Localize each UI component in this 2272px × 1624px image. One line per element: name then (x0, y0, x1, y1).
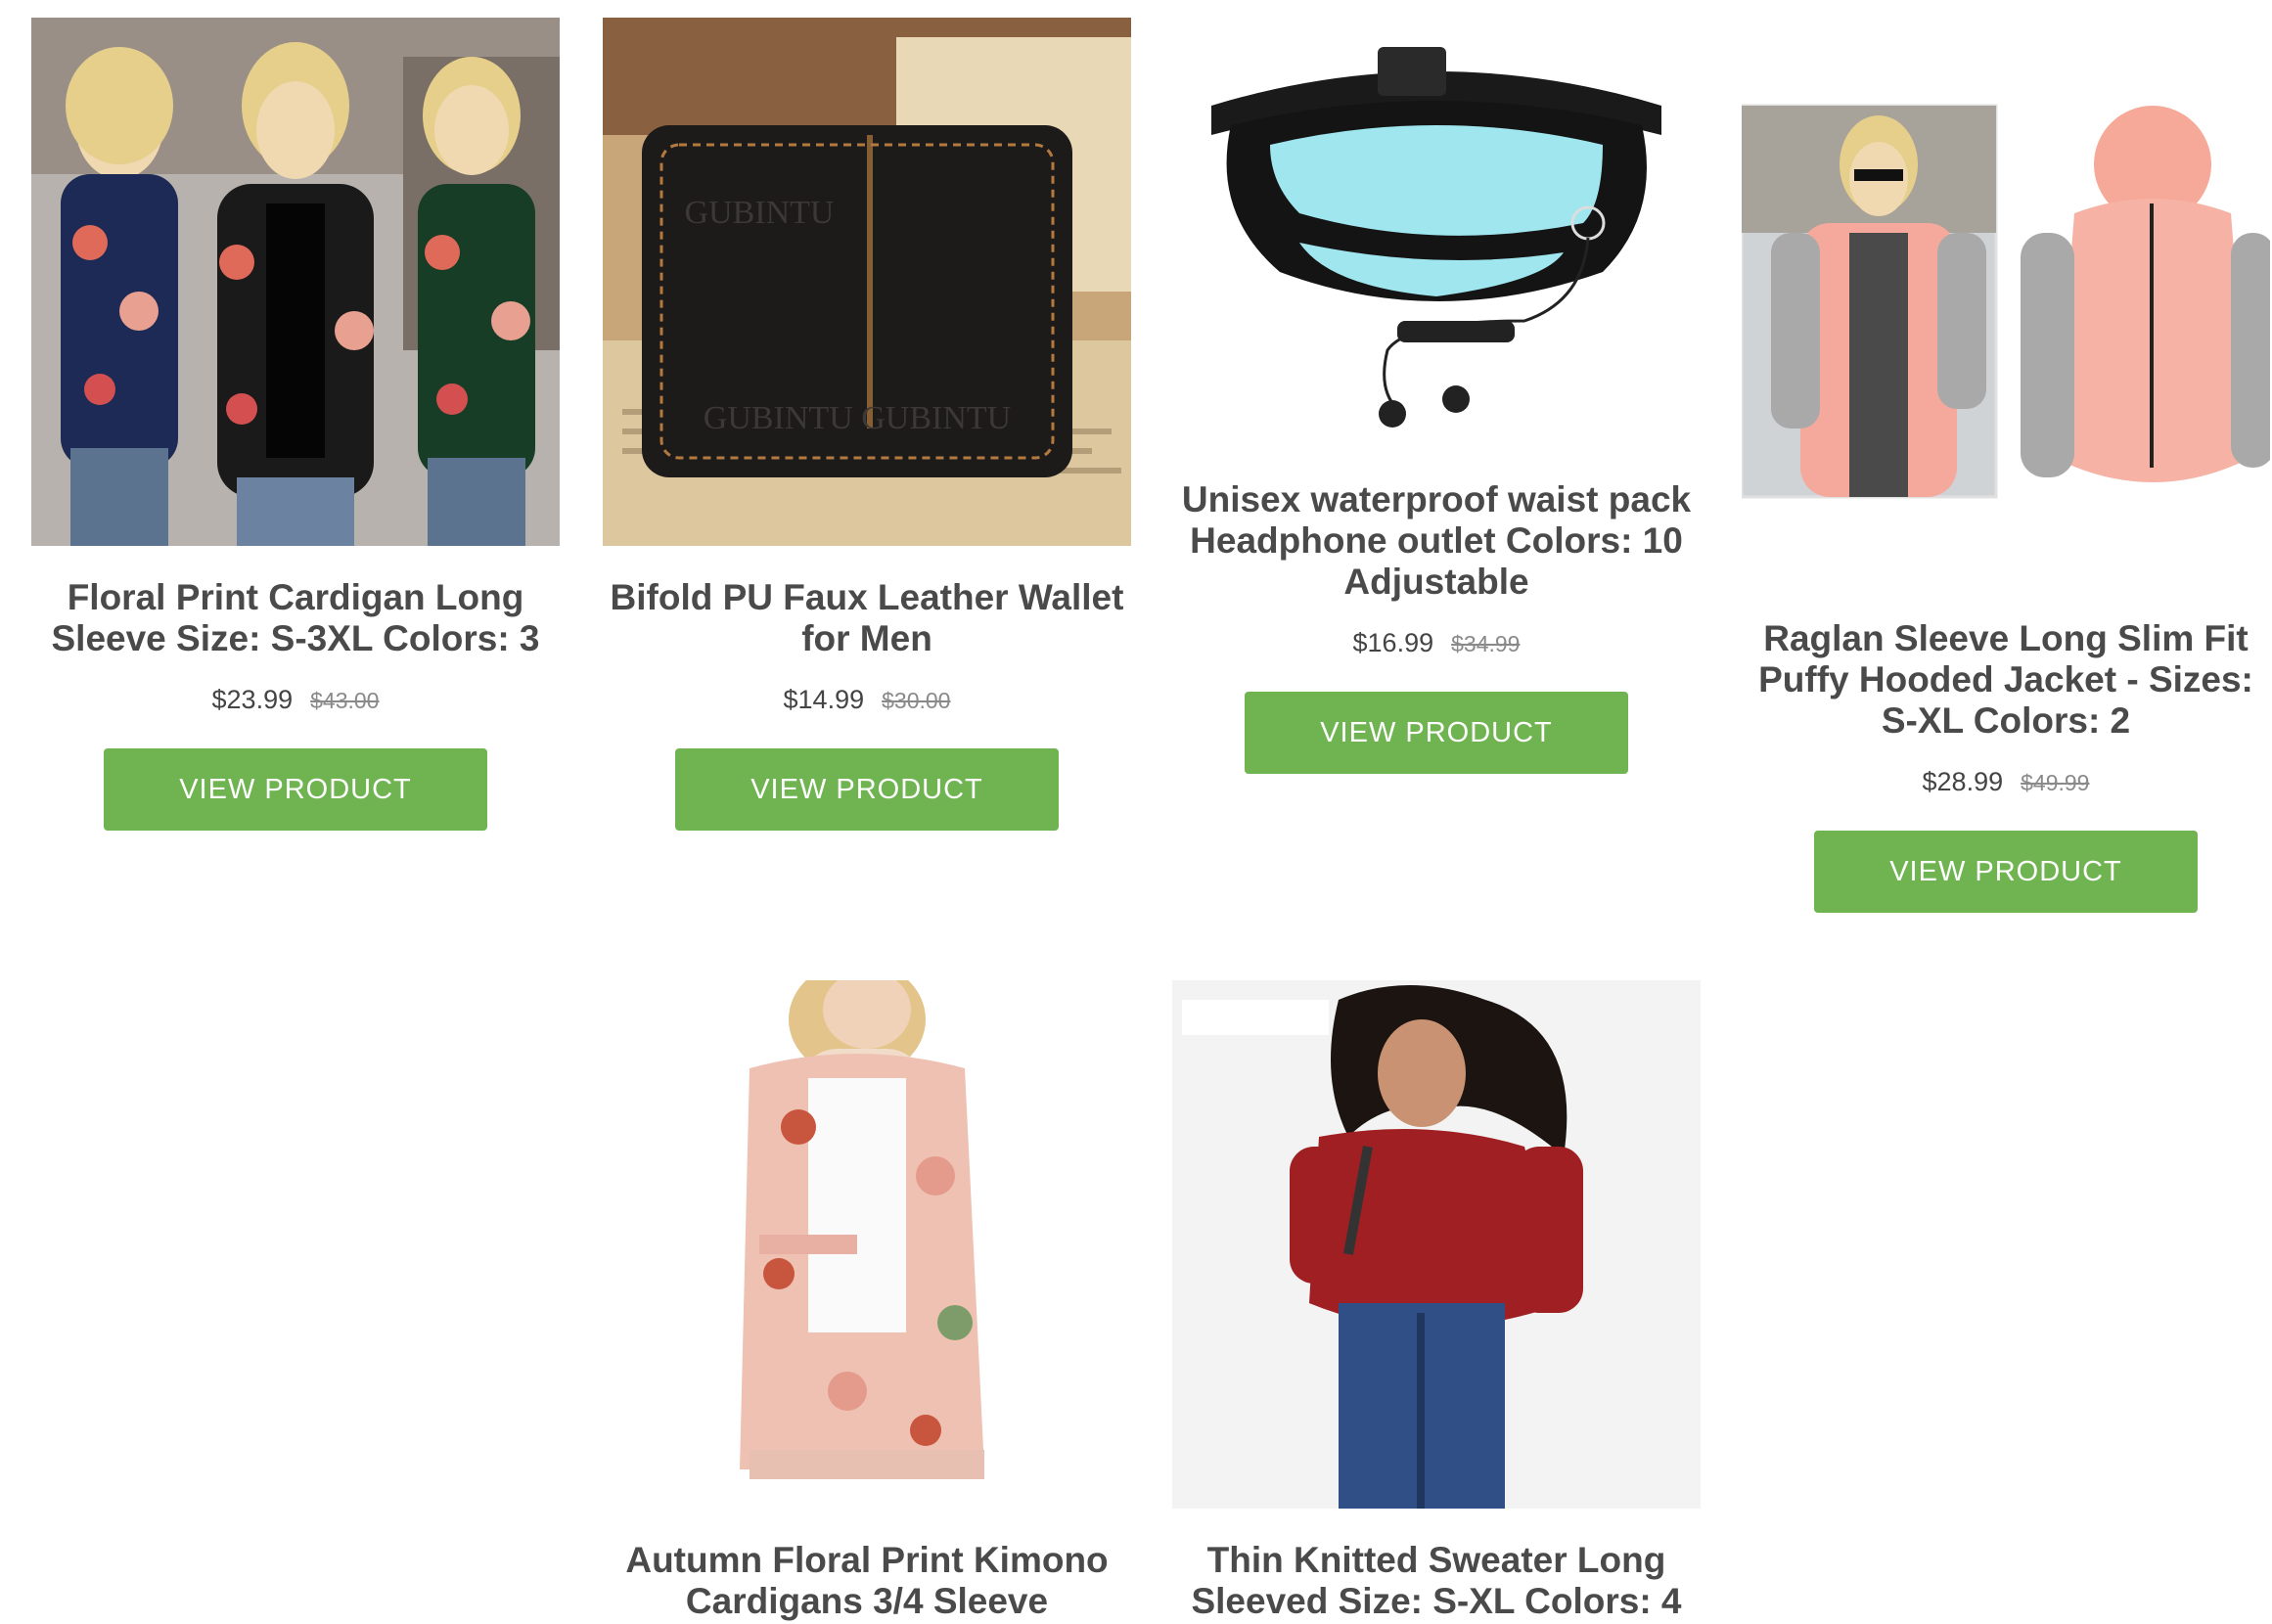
product-image-kimono-cardigan[interactable] (603, 980, 1131, 1509)
product-card-4[interactable]: Raglan Sleeve Long Slim Fit Puffy Hooded… (1742, 18, 2270, 913)
original-price: $34.99 (1451, 631, 1521, 656)
view-product-button[interactable]: VIEW PRODUCT (104, 748, 487, 831)
original-price: $49.99 (2021, 770, 2090, 795)
product-image-floral-cardigan[interactable] (31, 18, 560, 546)
price-group: $16.99 $34.99 (1353, 628, 1521, 658)
product-image-waist-pack[interactable] (1172, 18, 1701, 448)
original-price: $43.00 (310, 688, 380, 713)
product-image-leather-wallet[interactable]: GUBINTU GUBINTU GUBINTU (603, 18, 1131, 546)
wallet-brand-text: GUBINTU (685, 195, 835, 231)
price-group: $14.99 $30.00 (784, 685, 951, 715)
view-product-button[interactable]: VIEW PRODUCT (1814, 831, 2198, 913)
product-image-puffy-jacket[interactable] (1742, 18, 2270, 587)
view-product-button[interactable]: VIEW PRODUCT (1245, 692, 1628, 774)
product-title[interactable]: Thin Knitted Sweater Long Sleeved Size: … (1172, 1540, 1701, 1622)
product-image-knitted-sweater[interactable] (1172, 980, 1701, 1509)
sale-price: $23.99 (211, 685, 294, 714)
product-title[interactable]: Raglan Sleeve Long Slim Fit Puffy Hooded… (1742, 618, 2270, 742)
product-card-2[interactable]: GUBINTU GUBINTU GUBINTU Bifold PU Faux L… (603, 18, 1131, 831)
product-title[interactable]: Bifold PU Faux Leather Wallet for Men (603, 577, 1131, 659)
product-title[interactable]: Floral Print Cardigan Long Sleeve Size: … (31, 577, 560, 659)
sale-price: $16.99 (1352, 628, 1434, 657)
sale-price: $14.99 (783, 685, 865, 714)
original-price: $30.00 (882, 688, 951, 713)
product-card-1[interactable]: Floral Print Cardigan Long Sleeve Size: … (31, 18, 560, 831)
view-product-button[interactable]: VIEW PRODUCT (675, 748, 1059, 831)
product-card-3[interactable]: Unisex waterproof waist pack Headphone o… (1172, 18, 1701, 774)
price-group: $28.99 $49.99 (1923, 767, 2090, 797)
product-card-5[interactable]: Autumn Floral Print Kimono Cardigans 3/4… (603, 980, 1131, 1622)
product-title[interactable]: Autumn Floral Print Kimono Cardigans 3/4… (603, 1540, 1131, 1622)
sale-price: $28.99 (1922, 767, 2004, 796)
wallet-strap-text: GUBINTU GUBINTU (704, 400, 1011, 436)
product-title[interactable]: Unisex waterproof waist pack Headphone o… (1172, 479, 1701, 603)
product-card-6[interactable]: Thin Knitted Sweater Long Sleeved Size: … (1172, 980, 1701, 1622)
price-group: $23.99 $43.00 (212, 685, 380, 715)
